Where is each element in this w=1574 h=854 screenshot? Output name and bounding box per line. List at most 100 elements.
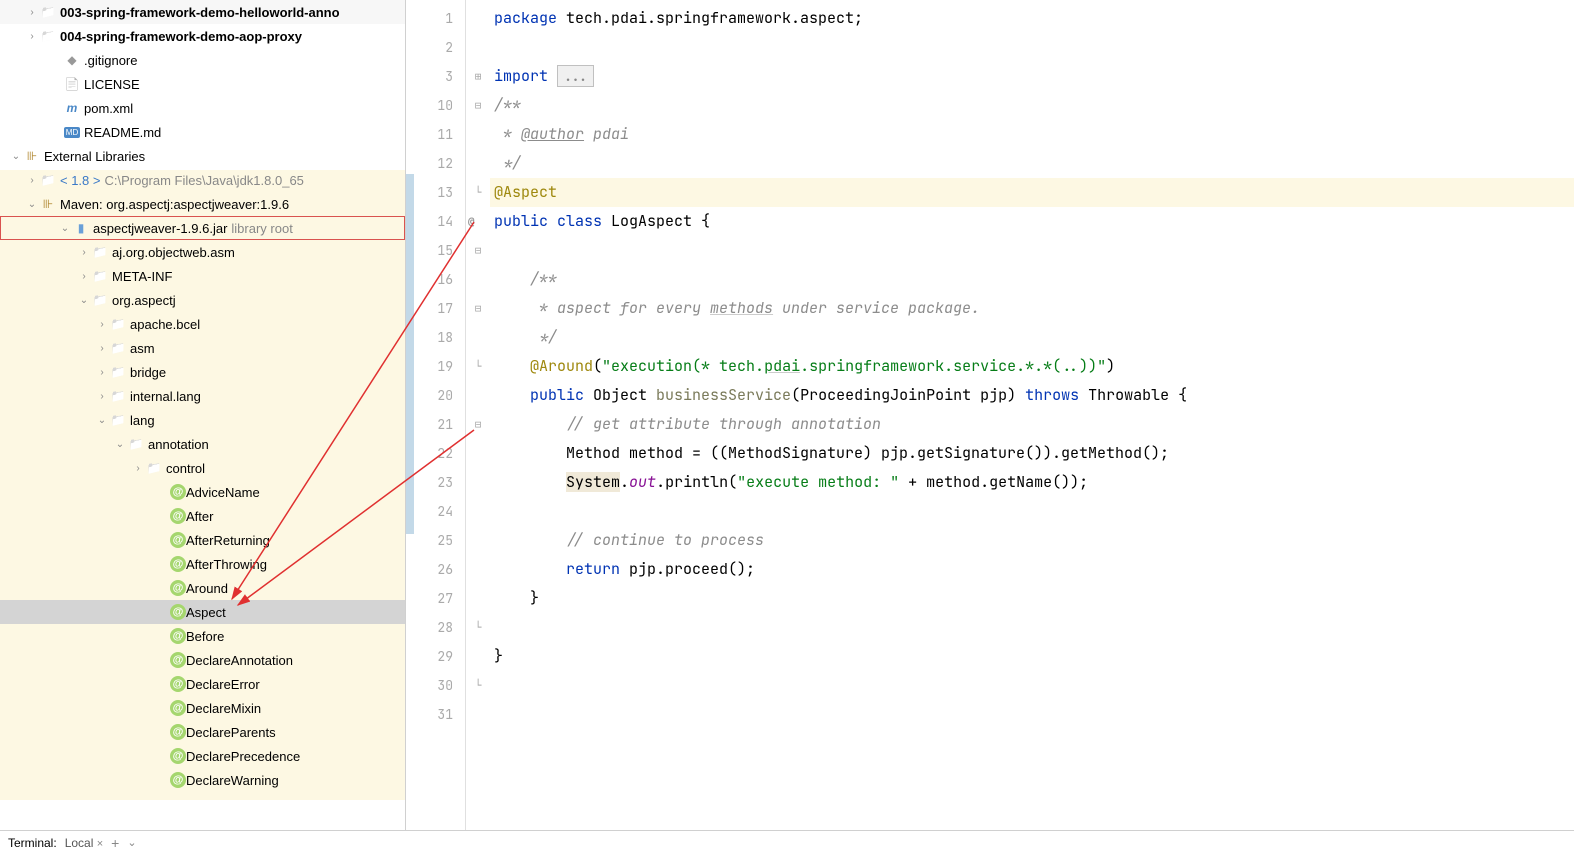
code-line[interactable] xyxy=(490,33,1574,62)
code-line[interactable] xyxy=(490,236,1574,265)
code-line[interactable]: public Object businessService(Proceeding… xyxy=(490,381,1574,410)
annotation-icon: @ xyxy=(170,628,186,644)
chevron-down-icon[interactable]: ⌄ xyxy=(127,836,136,849)
code-line[interactable]: */ xyxy=(490,149,1574,178)
tree-item-label: 003-spring-framework-demo-helloworld-ann… xyxy=(60,5,340,20)
code-line[interactable]: Method method = ((MethodSignature) pjp.g… xyxy=(490,439,1574,468)
code-line[interactable]: public class LogAspect { xyxy=(490,207,1574,236)
tree-item-label: Before xyxy=(186,629,224,644)
expand-arrow-icon[interactable]: ⌄ xyxy=(112,439,128,450)
expand-arrow-icon[interactable]: › xyxy=(76,271,92,282)
tree-item-control[interactable]: ›control xyxy=(0,456,405,480)
tree-item-declareerror[interactable]: @DeclareError xyxy=(0,672,405,696)
tree-item-aj-org-objectweb-asm[interactable]: ›aj.org.objectweb.asm xyxy=(0,240,405,264)
expand-arrow-icon[interactable]: › xyxy=(94,367,110,378)
folder-icon xyxy=(128,436,144,452)
code-line[interactable]: import ... xyxy=(490,62,1574,91)
tree-item-meta-inf[interactable]: ›META-INF xyxy=(0,264,405,288)
annotation-icon: @ xyxy=(170,748,186,764)
tree-item-aspectjweaver-1-9-6-jar[interactable]: ⌄▮aspectjweaver-1.9.6.jarlibrary root xyxy=(0,216,405,240)
expand-arrow-icon[interactable]: › xyxy=(24,31,40,42)
tree-item--gitignore[interactable]: .gitignore xyxy=(0,48,405,72)
annotation-icon: @ xyxy=(170,700,186,716)
code-line[interactable]: System.out.println("execute method: " + … xyxy=(490,468,1574,497)
tree-item-readme-md[interactable]: README.md xyxy=(0,120,405,144)
code-line[interactable]: */ xyxy=(490,323,1574,352)
tree-item-around[interactable]: @Around xyxy=(0,576,405,600)
folder-icon xyxy=(40,28,56,44)
code-line[interactable]: } xyxy=(490,642,1574,671)
tree-item-aspect[interactable]: @Aspect xyxy=(0,600,405,624)
code-line[interactable]: /** xyxy=(490,91,1574,120)
code-line[interactable] xyxy=(490,497,1574,526)
expand-arrow-icon[interactable]: ⌄ xyxy=(76,295,92,306)
tree-item-003-spring-framework-demo-helloworld-anno[interactable]: › 003-spring-framework-demo-helloworld-an… xyxy=(0,0,405,24)
tree-item-asm[interactable]: ›asm xyxy=(0,336,405,360)
tree-item-maven-org-aspectj-aspectjweaver-1-9-6[interactable]: ⌄Maven: org.aspectj:aspectjweaver:1.9.6 xyxy=(0,192,405,216)
expand-arrow-icon[interactable]: ⌄ xyxy=(57,223,73,234)
fold-column[interactable]: ⊞⊟└@⊟⊟└⊟└└ xyxy=(466,0,490,830)
tree-item-declarewarning[interactable]: @DeclareWarning xyxy=(0,768,405,792)
code-line[interactable]: } xyxy=(490,584,1574,613)
annotation-icon: @ xyxy=(170,532,186,548)
tree-item-afterthrowing[interactable]: @AfterThrowing xyxy=(0,552,405,576)
expand-arrow-icon[interactable]: › xyxy=(94,343,110,354)
terminal-tab-local[interactable]: Local × xyxy=(65,836,103,850)
expand-arrow-icon[interactable]: › xyxy=(24,175,40,186)
code-line[interactable]: * aspect for every methods under service… xyxy=(490,294,1574,323)
tree-item-after[interactable]: @After xyxy=(0,504,405,528)
tree-item-internal-lang[interactable]: ›internal.lang xyxy=(0,384,405,408)
tree-item-declaremixin[interactable]: @DeclareMixin xyxy=(0,696,405,720)
tree-item-label: DeclareWarning xyxy=(186,773,279,788)
add-terminal-icon[interactable]: + xyxy=(111,835,119,851)
code-line[interactable]: @Aspect xyxy=(490,178,1574,207)
expand-arrow-icon[interactable]: › xyxy=(76,247,92,258)
folder-icon xyxy=(146,460,162,476)
tree-item-pom-xml[interactable]: pom.xml xyxy=(0,96,405,120)
tree-item-label: DeclareParents xyxy=(186,725,276,740)
code-line[interactable] xyxy=(490,613,1574,642)
expand-arrow-icon[interactable]: › xyxy=(94,319,110,330)
folder-icon xyxy=(110,364,126,380)
tree-item-annotation[interactable]: ⌄annotation xyxy=(0,432,405,456)
code-line[interactable]: * @author pdai xyxy=(490,120,1574,149)
tree-item-external-libraries[interactable]: ⌄ External Libraries xyxy=(0,144,405,168)
tree-item-label: External Libraries xyxy=(44,149,145,164)
code-line[interactable] xyxy=(490,671,1574,700)
tree-item-label: After xyxy=(186,509,213,524)
tree-item-apache-bcel[interactable]: ›apache.bcel xyxy=(0,312,405,336)
tree-item-declareparents[interactable]: @DeclareParents xyxy=(0,720,405,744)
code-line[interactable]: package tech.pdai.springframework.aspect… xyxy=(490,4,1574,33)
annotation-icon: @ xyxy=(170,772,186,788)
tree-item--1-8-[interactable]: ›< 1.8 >C:\Program Files\Java\jdk1.8.0_6… xyxy=(0,168,405,192)
expand-arrow-icon[interactable]: ⌄ xyxy=(24,199,40,210)
expand-arrow-icon[interactable]: › xyxy=(24,7,40,18)
code-line[interactable] xyxy=(490,700,1574,729)
tree-item-label: DeclareAnnotation xyxy=(186,653,293,668)
expand-arrow-icon[interactable]: ⌄ xyxy=(8,151,24,162)
expand-arrow-icon[interactable]: ⌄ xyxy=(94,415,110,426)
tree-item-afterreturning[interactable]: @AfterReturning xyxy=(0,528,405,552)
tree-item-license[interactable]: LICENSE xyxy=(0,72,405,96)
tree-item-004-spring-framework-demo-aop-proxy[interactable]: › 004-spring-framework-demo-aop-proxy xyxy=(0,24,405,48)
tree-item-advicename[interactable]: @AdviceName xyxy=(0,480,405,504)
tree-item-label: 004-spring-framework-demo-aop-proxy xyxy=(60,29,302,44)
tree-item-before[interactable]: @Before xyxy=(0,624,405,648)
tree-item-declareannotation[interactable]: @DeclareAnnotation xyxy=(0,648,405,672)
tree-item-declareprecedence[interactable]: @DeclarePrecedence xyxy=(0,744,405,768)
tree-item-org-aspectj[interactable]: ⌄org.aspectj xyxy=(0,288,405,312)
annotation-icon: @ xyxy=(170,676,186,692)
code-line[interactable]: // get attribute through annotation xyxy=(490,410,1574,439)
code-line[interactable]: /** xyxy=(490,265,1574,294)
code-area[interactable]: package tech.pdai.springframework.aspect… xyxy=(490,0,1574,830)
tree-item-bridge[interactable]: ›bridge xyxy=(0,360,405,384)
code-line[interactable]: @Around("execution(* tech.pdai.springfra… xyxy=(490,352,1574,381)
terminal-bar[interactable]: Terminal: Local × + ⌄ xyxy=(0,830,1574,854)
expand-arrow-icon[interactable]: › xyxy=(130,463,146,474)
tree-item-lang[interactable]: ⌄lang xyxy=(0,408,405,432)
tree-item-label: Around xyxy=(186,581,228,596)
code-line[interactable]: return pjp.proceed(); xyxy=(490,555,1574,584)
code-line[interactable]: // continue to process xyxy=(490,526,1574,555)
terminal-label: Terminal: xyxy=(8,836,57,850)
expand-arrow-icon[interactable]: › xyxy=(94,391,110,402)
